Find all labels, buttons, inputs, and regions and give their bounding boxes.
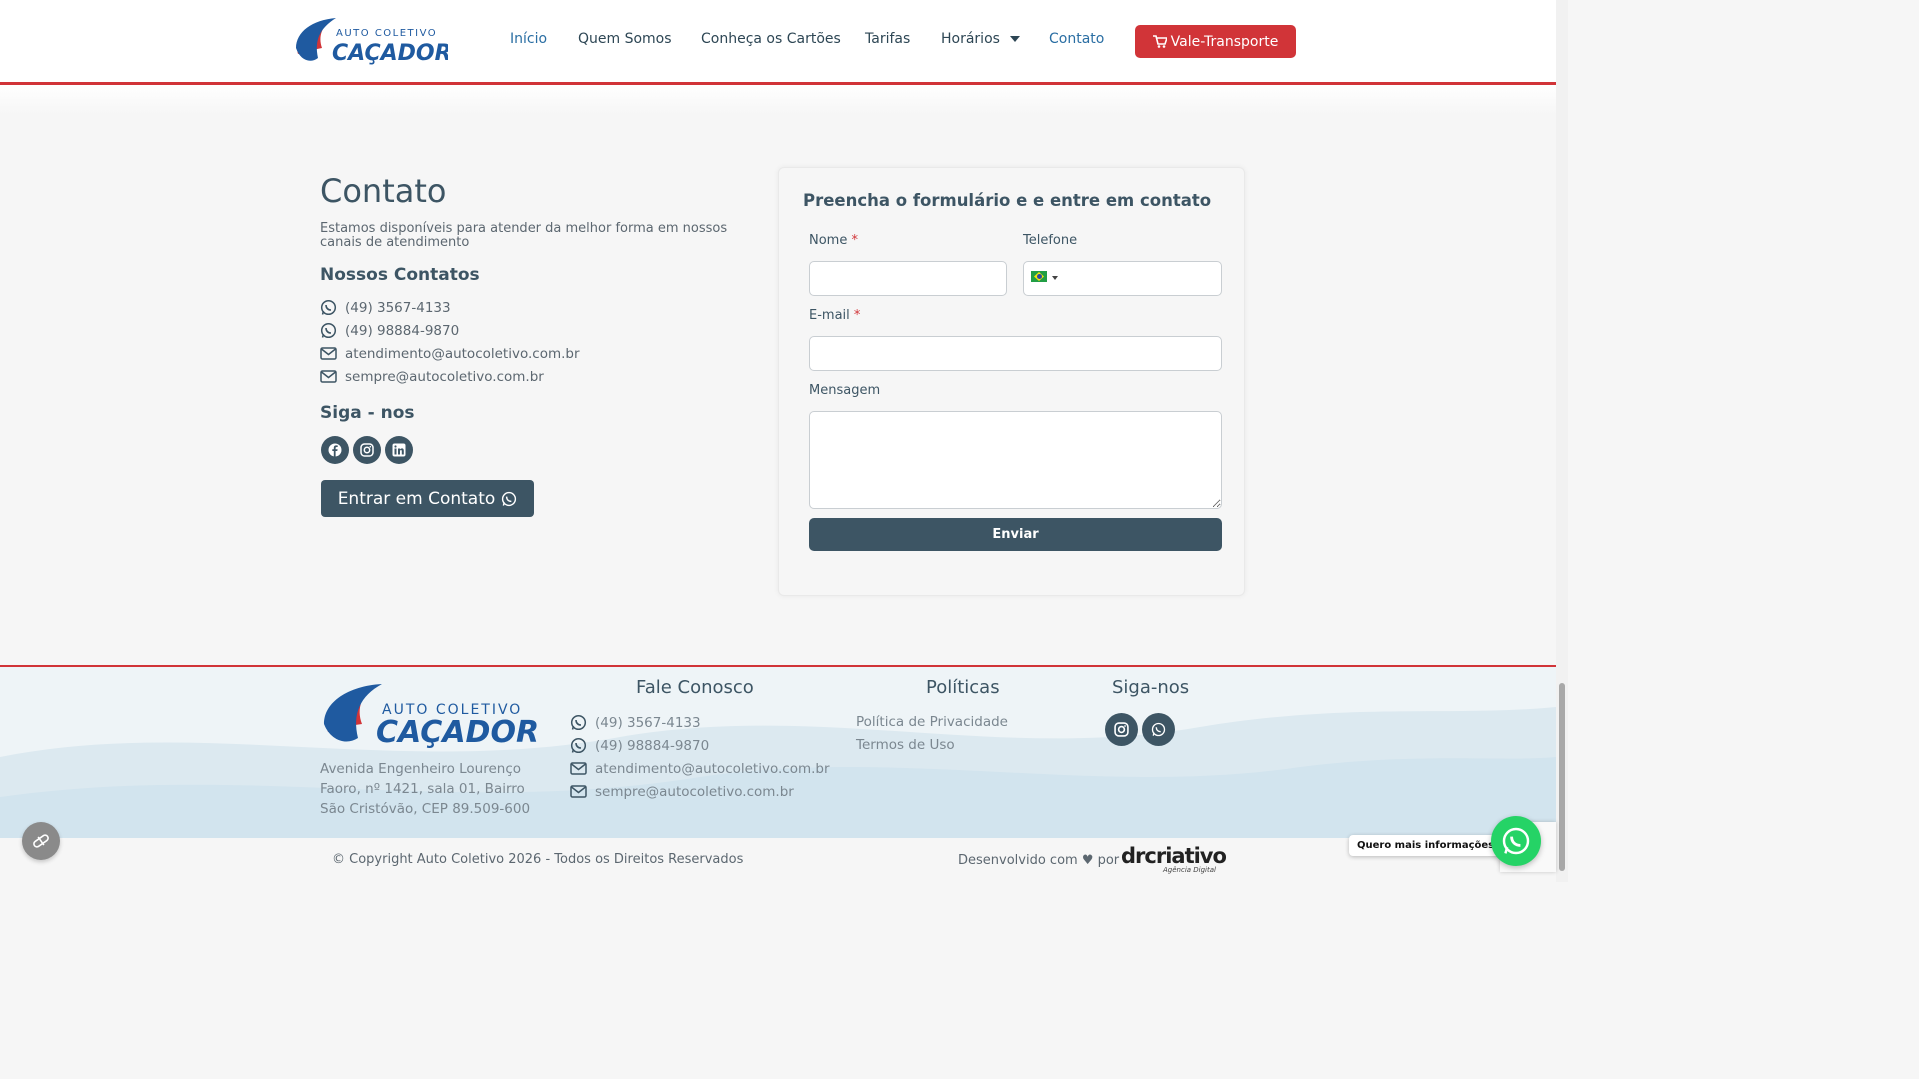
mail-icon [320, 347, 337, 360]
contact-email-1[interactable]: atendimento@autocoletivo.com.br [320, 345, 580, 362]
footer-email-2-text: sempre@autocoletivo.com.br [595, 783, 794, 800]
name-input[interactable] [809, 261, 1007, 296]
whatsapp-float-button[interactable] [1491, 816, 1541, 866]
developed-by-text: Desenvolvido com ♥ por [958, 853, 1120, 868]
email-label: E-mail * [809, 308, 860, 323]
required-mark: * [851, 233, 858, 248]
nav-tarifas[interactable]: Tarifas [865, 31, 910, 47]
instagram-icon [360, 443, 374, 457]
nav-contato[interactable]: Contato [1049, 31, 1104, 47]
whatsapp-icon [570, 737, 587, 754]
facebook-link[interactable] [321, 436, 349, 464]
flag-globe [1037, 274, 1042, 279]
chevron-down-icon [1009, 36, 1020, 42]
contact-title: Contato [320, 172, 447, 210]
mail-icon [570, 785, 587, 798]
enter-contact-label: Entrar em Contato [337, 488, 496, 509]
footer-brand-logo[interactable]: AUTO COLETIVO CAÇADOR [320, 678, 538, 750]
facebook-icon [328, 443, 342, 457]
agency-name: drcriativo [1121, 844, 1227, 868]
header-wave [0, 85, 1556, 115]
chevron-down-icon [1052, 276, 1058, 280]
footer-follow-heading: Siga-nos [1112, 677, 1190, 698]
send-button[interactable]: Enviar [809, 518, 1222, 551]
footer-email-1-text: atendimento@autocoletivo.com.br [595, 760, 830, 777]
svg-text:CAÇADOR: CAÇADOR [376, 715, 538, 750]
footer-whatsapp-link[interactable] [1142, 713, 1175, 746]
message-textarea[interactable] [809, 411, 1222, 509]
footer-talk-heading: Fale Conosco [636, 677, 754, 698]
linkedin-link[interactable] [385, 436, 413, 464]
scrollbar-thumb[interactable] [1559, 683, 1565, 871]
contact-email-1-text: atendimento@autocoletivo.com.br [345, 345, 580, 362]
name-label: Nome * [809, 233, 858, 248]
footer-instagram-link[interactable] [1105, 713, 1138, 746]
name-label-text: Nome [809, 233, 848, 248]
email-input[interactable] [809, 336, 1222, 371]
whatsapp-bubble[interactable]: Quero mais informações! [1349, 835, 1507, 856]
footer-phone-2[interactable]: (49) 98884-9870 [570, 737, 709, 754]
footer-address: Avenida Engenheiro Lourenço Faoro, nº 14… [320, 761, 531, 817]
cart-icon [1152, 35, 1167, 48]
instagram-icon [1114, 722, 1129, 737]
footer-wave-background [0, 707, 1556, 838]
footer-policies-heading: Políticas [926, 677, 1000, 698]
phone-label: Telefone [1023, 233, 1078, 248]
whatsapp-icon [320, 322, 337, 339]
email-label-text: E-mail [809, 308, 850, 323]
contacts-heading: Nossos Contatos [320, 265, 480, 285]
mail-icon [570, 762, 587, 775]
footer-email-2[interactable]: sempre@autocoletivo.com.br [570, 783, 794, 800]
nav-horarios[interactable]: Horários [941, 31, 1020, 47]
whatsapp-icon [570, 714, 587, 731]
nav-quem-somos[interactable]: Quem Somos [578, 31, 672, 47]
svg-text:CAÇADOR: CAÇADOR [332, 41, 448, 66]
footer-bottom-bar [0, 838, 1556, 882]
whatsapp-icon [1151, 722, 1166, 737]
contact-email-2-text: sempre@autocoletivo.com.br [345, 368, 544, 385]
form-title: Preencha o formulário e e entre em conta… [803, 191, 1212, 210]
pill-icon [33, 834, 49, 848]
instagram-link[interactable] [353, 436, 381, 464]
copyright-text: © Copyright Auto Coletivo 2026 - Todos o… [332, 852, 744, 867]
follow-heading: Siga - nos [320, 403, 415, 423]
nav-cartoes[interactable]: Conheça os Cartões [701, 31, 841, 47]
contact-phone-1-text: (49) 3567-4133 [345, 299, 451, 316]
message-label: Mensagem [809, 383, 881, 398]
svg-text:AUTO COLETIVO: AUTO COLETIVO [336, 28, 437, 39]
terms-of-use-link[interactable]: Termos de Uso [856, 737, 955, 753]
contact-subtitle: Estamos disponíveis para atender da melh… [320, 221, 728, 250]
contact-phone-2-text: (49) 98884-9870 [345, 322, 460, 339]
accessibility-button[interactable] [22, 822, 60, 860]
vale-transporte-label: Vale-Transporte [1170, 33, 1279, 50]
linkedin-icon [392, 443, 406, 457]
site-header: AUTO COLETIVO CAÇADOR Início Quem Somos … [0, 0, 1556, 85]
whatsapp-icon [502, 491, 517, 506]
whatsapp-icon [1502, 827, 1530, 855]
brand-logo[interactable]: AUTO COLETIVO CAÇADOR [292, 14, 448, 68]
required-mark: * [853, 308, 861, 323]
vale-transporte-button[interactable]: Vale-Transporte [1135, 25, 1296, 58]
contact-phone-1[interactable]: (49) 3567-4133 [320, 299, 451, 316]
agency-tagline: Agência Digital [1163, 866, 1216, 874]
privacy-policy-link[interactable]: Política de Privacidade [856, 714, 1008, 730]
footer-phone-1-text: (49) 3567-4133 [595, 714, 701, 731]
mail-icon [320, 370, 337, 383]
whatsapp-icon [320, 299, 337, 316]
footer-email-1[interactable]: atendimento@autocoletivo.com.br [570, 760, 830, 777]
nav-horarios-label: Horários [941, 31, 1000, 47]
contact-email-2[interactable]: sempre@autocoletivo.com.br [320, 368, 544, 385]
footer-phone-2-text: (49) 98884-9870 [595, 737, 710, 754]
enter-contact-button[interactable]: Entrar em Contato [321, 480, 534, 517]
site-footer [0, 665, 1556, 838]
nav-inicio[interactable]: Início [510, 31, 547, 47]
contact-phone-2[interactable]: (49) 98884-9870 [320, 322, 459, 339]
footer-phone-1[interactable]: (49) 3567-4133 [570, 714, 701, 731]
